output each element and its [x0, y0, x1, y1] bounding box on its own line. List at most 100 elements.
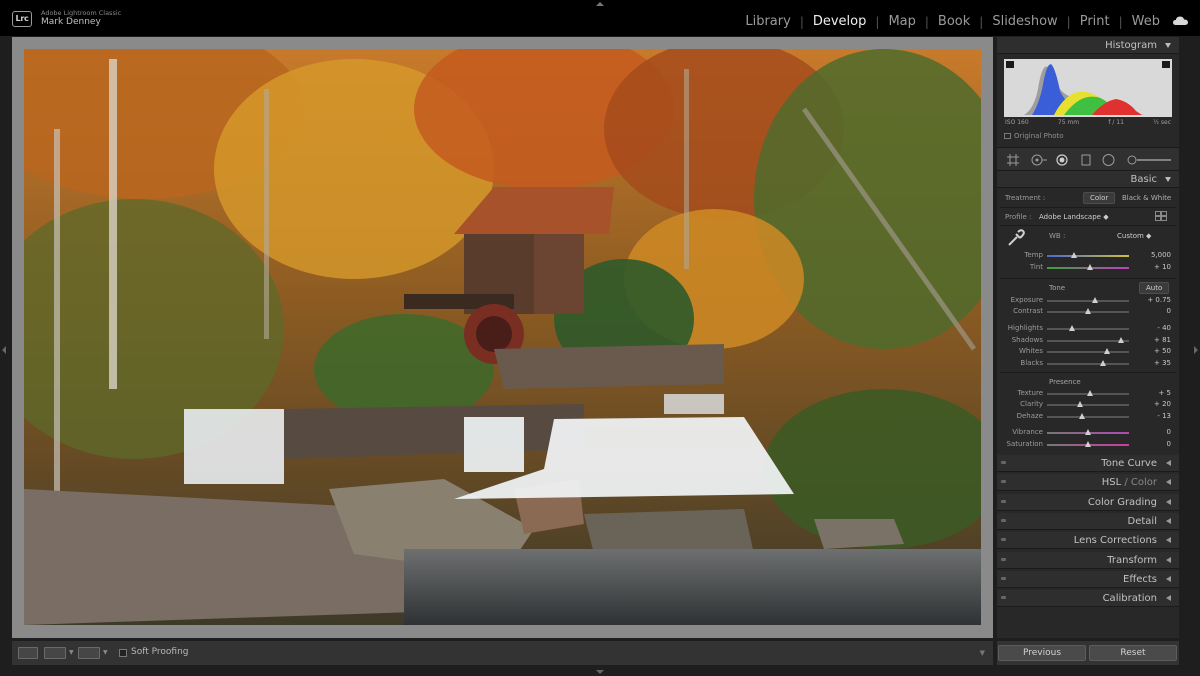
histogram-header[interactable]: Histogram — [997, 37, 1179, 54]
highlight-clipping-icon[interactable] — [1162, 61, 1170, 68]
profile-dropdown[interactable]: Adobe Landscape ◆ — [1039, 213, 1109, 221]
contrast-value[interactable]: 0 — [1131, 307, 1171, 315]
texture-slider[interactable] — [1047, 390, 1129, 396]
shadow-clipping-icon[interactable] — [1006, 61, 1014, 68]
collapse-top-arrow-icon[interactable] — [596, 2, 604, 6]
shadows-value[interactable]: + 81 — [1131, 336, 1171, 344]
original-photo-toggle[interactable]: Original Photo — [1004, 132, 1064, 140]
blacks-slider[interactable] — [1047, 360, 1129, 366]
shadows-slider-handle[interactable] — [1117, 337, 1124, 343]
exposure-slider-handle[interactable] — [1091, 297, 1098, 303]
collapsed-triangle-icon[interactable] — [1166, 460, 1171, 466]
panel-switch-icon[interactable] — [1001, 500, 1006, 503]
texture-value[interactable]: + 5 — [1131, 389, 1171, 397]
chevron-down-icon[interactable]: ▼ — [103, 649, 108, 656]
clarity-slider[interactable] — [1047, 401, 1129, 407]
collapse-left-arrow-icon[interactable] — [2, 346, 6, 354]
temp-value[interactable]: 5,000 — [1131, 251, 1171, 259]
tint-slider[interactable] — [1047, 264, 1129, 270]
collapsed-triangle-icon[interactable] — [1166, 595, 1171, 601]
collapsed-triangle-icon[interactable] — [1166, 537, 1171, 543]
photo-preview[interactable] — [24, 49, 981, 625]
expand-triangle-icon[interactable] — [1165, 43, 1171, 48]
color-grading-header[interactable]: Color Grading — [997, 494, 1179, 511]
basic-header[interactable]: Basic — [997, 171, 1179, 188]
saturation-slider-handle[interactable] — [1085, 441, 1091, 447]
highlights-value[interactable]: - 40 — [1131, 324, 1171, 332]
red-eye-icon[interactable] — [1056, 154, 1068, 166]
cloud-icon[interactable] — [1173, 16, 1188, 25]
user-name[interactable]: Mark Denney — [41, 17, 101, 27]
collapsed-triangle-icon[interactable] — [1166, 499, 1171, 505]
contrast-slider-handle[interactable] — [1085, 308, 1091, 314]
collapse-right-arrow-icon[interactable] — [1194, 346, 1198, 354]
calibration-header[interactable]: Calibration — [997, 590, 1179, 607]
crop-grid-icon[interactable] — [1007, 154, 1019, 166]
whites-slider[interactable] — [1047, 348, 1129, 354]
temp-slider[interactable] — [1047, 252, 1129, 258]
soft-proofing-label[interactable]: Soft Proofing — [131, 647, 189, 657]
tone-curve-header[interactable]: Tone Curve — [997, 455, 1179, 472]
saturation-value[interactable]: 0 — [1131, 440, 1171, 448]
treatment-bw-button[interactable]: Black & White — [1115, 192, 1178, 204]
treatment-color-button[interactable]: Color — [1083, 192, 1116, 204]
dehaze-slider-handle[interactable] — [1079, 413, 1086, 419]
vibrance-slider[interactable] — [1047, 429, 1129, 435]
original-photo-checkbox[interactable] — [1004, 133, 1011, 139]
color-tab[interactable]: Color — [1131, 477, 1157, 488]
exposure-value[interactable]: + 0.75 — [1131, 296, 1171, 304]
spot-removal-icon[interactable] — [1031, 154, 1047, 166]
saturation-slider[interactable] — [1047, 441, 1129, 447]
module-develop[interactable]: Develop — [813, 14, 867, 29]
hsl-tab[interactable]: HSL — [1102, 477, 1121, 488]
soft-proofing-checkbox[interactable] — [119, 649, 127, 657]
effects-header[interactable]: Effects — [997, 571, 1179, 588]
collapsed-triangle-icon[interactable] — [1166, 479, 1171, 485]
before-after-swap-button[interactable] — [78, 647, 100, 659]
whites-value[interactable]: + 50 — [1131, 347, 1171, 355]
wb-dropdown[interactable]: Custom ◆ — [1117, 232, 1151, 240]
module-library[interactable]: Library — [745, 14, 790, 29]
panel-switch-icon[interactable] — [1001, 558, 1006, 561]
contrast-slider[interactable] — [1047, 308, 1129, 314]
module-book[interactable]: Book — [938, 14, 970, 29]
blacks-slider-handle[interactable] — [1099, 360, 1106, 366]
collapsed-triangle-icon[interactable] — [1166, 518, 1171, 524]
graduated-filter-icon[interactable] — [1081, 154, 1091, 166]
module-web[interactable]: Web — [1132, 14, 1160, 29]
hsl-color-header[interactable]: HSL / Color — [997, 474, 1179, 491]
module-slideshow[interactable]: Slideshow — [992, 14, 1057, 29]
highlights-slider-handle[interactable] — [1068, 325, 1075, 331]
expand-triangle-icon[interactable] — [1165, 177, 1171, 182]
eyedropper-icon[interactable] — [1007, 229, 1025, 247]
temp-slider-handle[interactable] — [1071, 252, 1078, 258]
panel-switch-icon[interactable] — [1001, 596, 1006, 599]
vibrance-slider-handle[interactable] — [1085, 429, 1091, 435]
clarity-value[interactable]: + 20 — [1131, 400, 1171, 408]
dehaze-value[interactable]: - 13 — [1131, 412, 1171, 420]
texture-slider-handle[interactable] — [1086, 390, 1093, 396]
toolbar-menu-chevron-icon[interactable]: ▼ — [980, 649, 985, 657]
profile-browser-icon[interactable] — [1155, 211, 1167, 221]
vibrance-value[interactable]: 0 — [1131, 428, 1171, 436]
tint-value[interactable]: + 10 — [1131, 263, 1171, 271]
auto-tone-button[interactable]: Auto — [1139, 282, 1170, 294]
transform-header[interactable]: Transform — [997, 552, 1179, 569]
panel-switch-icon[interactable] — [1001, 538, 1006, 541]
exposure-slider[interactable] — [1047, 297, 1129, 303]
collapsed-triangle-icon[interactable] — [1166, 557, 1171, 563]
collapsed-triangle-icon[interactable] — [1166, 576, 1171, 582]
before-after-left-right-button[interactable] — [44, 647, 66, 659]
histogram-graph[interactable] — [1004, 59, 1172, 117]
whites-slider-handle[interactable] — [1103, 348, 1110, 354]
adjustment-brush-icon[interactable] — [1127, 154, 1171, 166]
tint-slider-handle[interactable] — [1087, 264, 1094, 270]
panel-switch-icon[interactable] — [1001, 577, 1006, 580]
panel-switch-icon[interactable] — [1001, 519, 1006, 522]
previous-button[interactable]: Previous — [998, 645, 1086, 661]
blacks-value[interactable]: + 35 — [1131, 359, 1171, 367]
clarity-slider-handle[interactable] — [1076, 401, 1083, 407]
module-print[interactable]: Print — [1080, 14, 1110, 29]
detail-header[interactable]: Detail — [997, 513, 1179, 530]
collapse-bottom-arrow-icon[interactable] — [596, 670, 604, 674]
